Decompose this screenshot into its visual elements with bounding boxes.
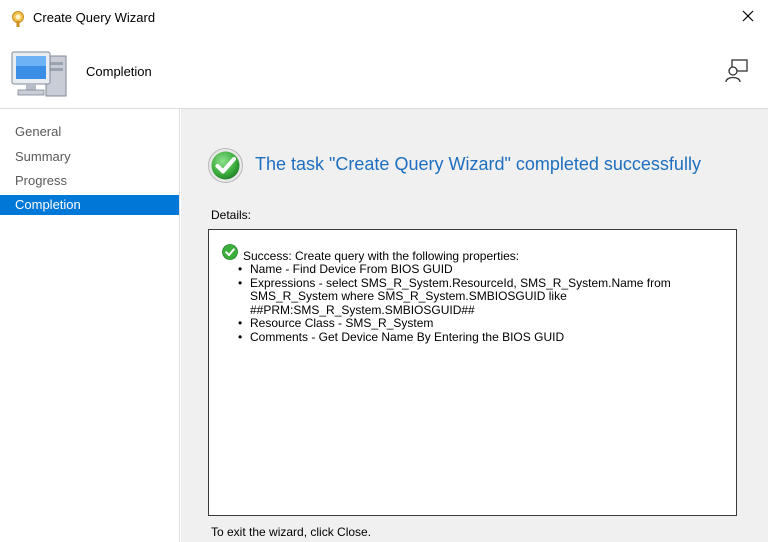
window-title: Create Query Wizard (33, 10, 156, 25)
nav-item-completion[interactable]: Completion (0, 195, 179, 215)
computer-icon (10, 46, 70, 104)
wizard-nav: General Summary Progress Completion (0, 109, 180, 542)
properties-list: Name - Find Device From BIOS GUID Expres… (237, 262, 707, 345)
list-item: Resource Class - SMS_R_System (237, 316, 707, 331)
close-icon[interactable] (742, 9, 754, 27)
list-item: Comments - Get Device Name By Entering t… (237, 330, 707, 345)
green-check-icon (207, 147, 244, 184)
completion-status: The task "Create Query Wizard" completed… (255, 154, 701, 174)
person-chat-icon[interactable] (724, 58, 750, 84)
list-item: Name - Find Device From BIOS GUID (237, 262, 707, 277)
close-button[interactable] (733, 2, 763, 34)
exit-instructions: To exit the wizard, click Close. (211, 525, 372, 539)
details-success-line: Success: Create query with the following… (243, 249, 520, 263)
query-wizard-icon (9, 10, 27, 28)
nav-item-progress[interactable]: Progress (0, 171, 179, 191)
nav-item-summary[interactable]: Summary (0, 147, 179, 167)
details-label: Details: (211, 208, 252, 222)
page-title: Completion (86, 64, 152, 79)
title-bar: Create Query Wizard (0, 0, 768, 37)
nav-item-general[interactable]: General (0, 122, 179, 142)
success-check-icon (222, 244, 238, 260)
list-item: Expressions - select SMS_R_System.Resour… (237, 276, 707, 318)
